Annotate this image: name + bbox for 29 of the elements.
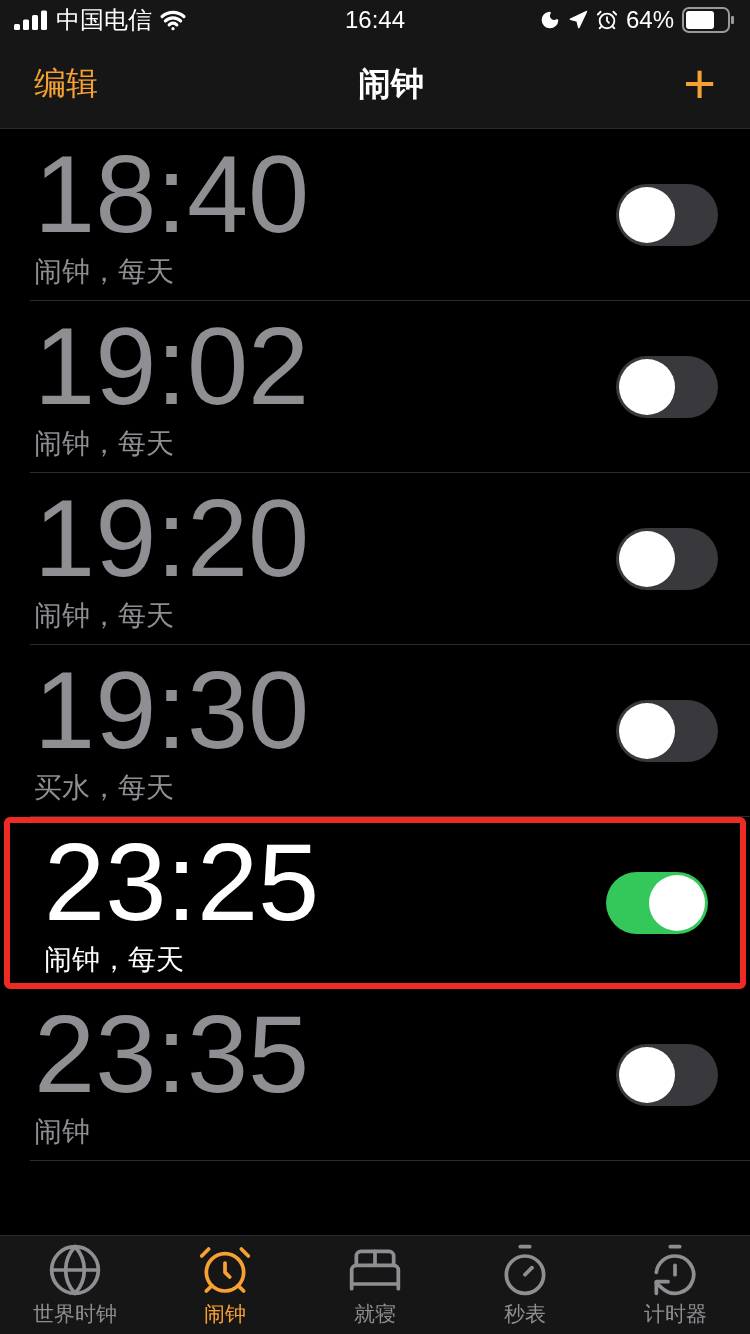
alarm-time: 19:20 [34,482,310,593]
globe-icon [47,1242,103,1298]
alarm-label: 闹钟，每天 [44,943,185,977]
alarm-label: 闹钟，每天 [34,254,175,289]
carrier-name: 中国电信 [56,5,152,35]
alarm-time: 23:35 [34,998,310,1109]
tab-item[interactable]: 闹钟 [150,1236,300,1334]
edit-button[interactable]: 编辑 [34,62,98,106]
alarm-clock-icon [595,9,618,31]
battery-icon [682,7,736,33]
alarm-time: 19:02 [34,310,310,421]
status-time: 16:44 [344,6,406,34]
alarm-time: 18:40 [34,138,310,249]
tab-item[interactable]: 就寝 [300,1236,450,1334]
moon-icon [539,10,560,30]
tab-item[interactable]: 秒表 [450,1236,600,1334]
add-button[interactable]: + [683,56,716,112]
alarm-label: 闹钟，每天 [34,426,175,461]
alarm-label: 闹钟，每天 [34,598,175,633]
alarm-label: 闹钟 [34,1114,91,1149]
alarm-time: 19:30 [34,654,310,765]
tab-item[interactable]: 世界时钟 [0,1236,150,1334]
battery-percent: 64% [625,6,674,34]
alarm-time: 23:25 [44,827,320,937]
signal-icon [14,10,48,30]
nav-title: 闹钟 [357,63,424,104]
alarm-label: 买水，每天 [34,770,175,805]
location-icon [567,10,588,30]
tab-item[interactable]: 计时器 [600,1236,750,1334]
